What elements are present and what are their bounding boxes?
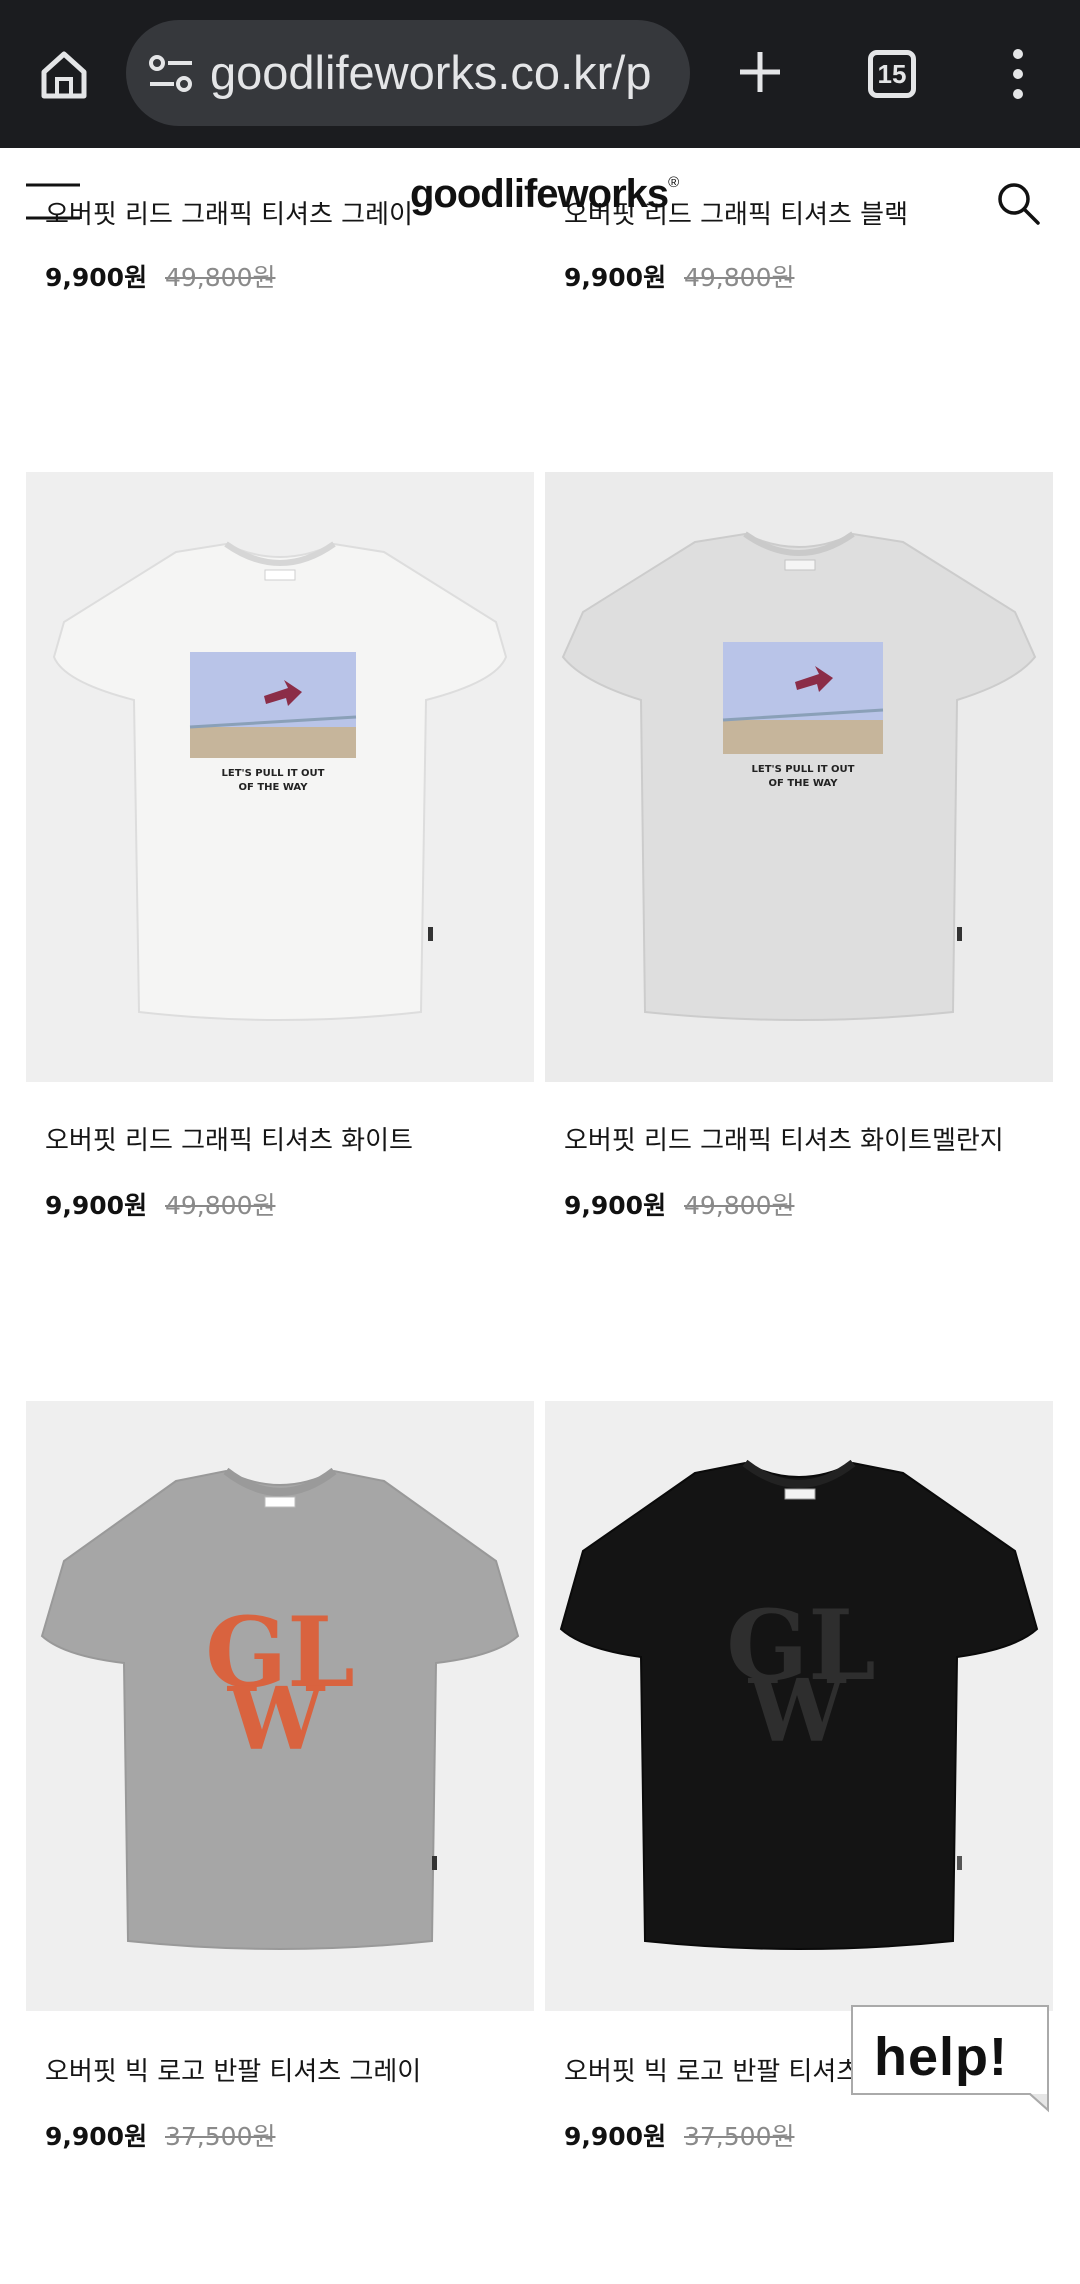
- product-name[interactable]: 오버핏 리드 그래픽 티셔츠 화이트: [45, 1120, 413, 1157]
- tshirt-biglogo-gray: GL W: [26, 1401, 534, 2011]
- browser-toolbar: goodlifeworks.co.kr/p 15: [0, 0, 1080, 148]
- logo-text: goodlifeworks: [410, 172, 669, 216]
- original-price: 49,800원: [684, 263, 795, 292]
- product-price: 9,900원: [564, 263, 667, 292]
- site-settings-icon[interactable]: [148, 54, 194, 94]
- product-image[interactable]: GL W: [26, 1401, 534, 2011]
- product-name[interactable]: 오버핏 리드 그래픽 티셔츠 화이트멜란지: [564, 1120, 1004, 1157]
- tab-switcher-icon[interactable]: 15: [868, 50, 916, 98]
- product-name[interactable]: 오버핏 빅 로고 반팔 티셔츠 그레이: [45, 2051, 421, 2088]
- product-price: 9,900원: [45, 263, 148, 292]
- svg-text:OF THE WAY: OF THE WAY: [239, 782, 309, 793]
- svg-text:LET'S PULL IT OUT: LET'S PULL IT OUT: [752, 764, 855, 775]
- more-menu-icon[interactable]: [1000, 46, 1036, 102]
- original-price: 49,800원: [684, 1191, 795, 1220]
- search-icon[interactable]: [995, 180, 1041, 226]
- original-price: 49,800원: [165, 1191, 276, 1220]
- site-logo[interactable]: goodlifeworks®: [410, 172, 679, 217]
- original-price: 49,800원: [165, 263, 276, 292]
- product-image[interactable]: GL W: [545, 1401, 1053, 2011]
- product-price: 9,900원: [564, 2122, 667, 2151]
- product-image[interactable]: LET'S PULL IT OUT OF THE WAY: [26, 472, 534, 1082]
- product-image[interactable]: LET'S PULL IT OUT OF THE WAY: [545, 472, 1053, 1082]
- original-price: 37,500원: [684, 2122, 795, 2151]
- svg-text:OF THE WAY: OF THE WAY: [769, 778, 839, 789]
- svg-text:W: W: [227, 1669, 326, 1770]
- url-text[interactable]: goodlifeworks.co.kr/p: [210, 20, 680, 126]
- svg-text:W: W: [748, 1661, 847, 1762]
- tshirt-graphic-white: LET'S PULL IT OUT OF THE WAY: [26, 472, 534, 1082]
- product-price: 9,900원: [45, 1191, 148, 1220]
- new-tab-icon[interactable]: [732, 44, 788, 100]
- product-name[interactable]: 오버핏 빅 로고 반팔 티셔츠: [564, 2051, 860, 2088]
- product-price: 9,900원: [45, 2122, 148, 2151]
- address-bar[interactable]: goodlifeworks.co.kr/p: [126, 20, 690, 126]
- product-price: 9,900원: [564, 1191, 667, 1220]
- svg-text:LET'S PULL IT OUT: LET'S PULL IT OUT: [222, 768, 325, 779]
- tshirt-biglogo-black: GL W: [545, 1401, 1053, 2011]
- original-price: 37,500원: [165, 2122, 276, 2151]
- help-button[interactable]: help!: [850, 2004, 1050, 2114]
- registered-mark: ®: [668, 173, 679, 191]
- menu-icon[interactable]: [26, 182, 80, 222]
- tshirt-graphic-white-melange: LET'S PULL IT OUT OF THE WAY: [545, 472, 1053, 1082]
- home-icon[interactable]: [36, 46, 92, 102]
- help-label: help!: [874, 2027, 1008, 2087]
